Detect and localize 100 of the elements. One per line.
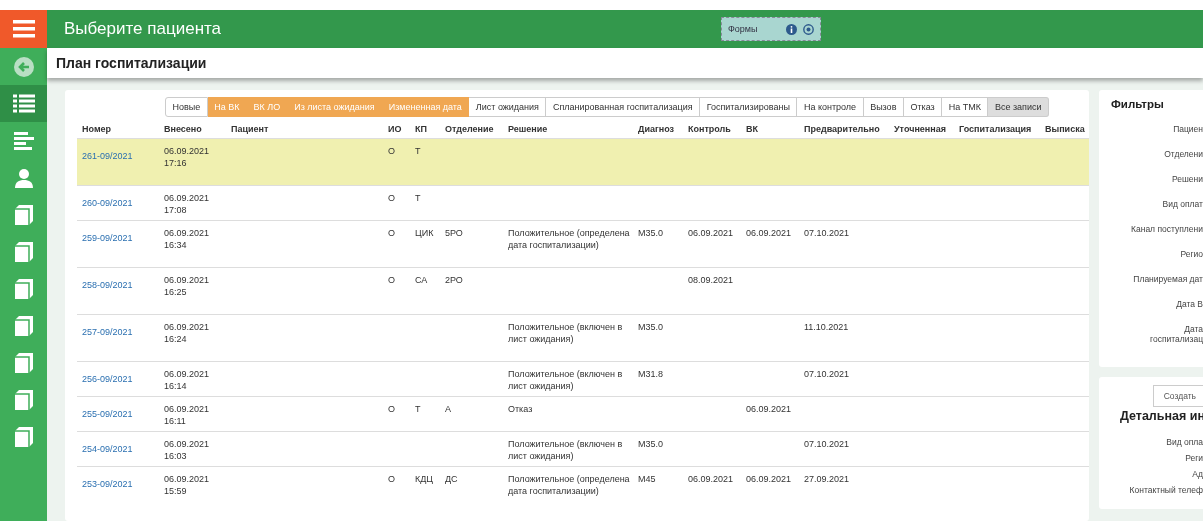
- column-header[interactable]: Выписка: [1045, 124, 1085, 134]
- create-button[interactable]: Создать: [1152, 385, 1203, 407]
- filter-tab[interactable]: Новые: [165, 97, 208, 117]
- table-cell-text: Т: [415, 403, 422, 415]
- target-icon[interactable]: [803, 23, 814, 35]
- record-link[interactable]: 259-09/2021: [82, 232, 156, 244]
- record-link[interactable]: 256-09/2021: [82, 373, 156, 385]
- sidebar-item[interactable]: [0, 85, 47, 122]
- filter-tab[interactable]: Спланированная госпитализация: [546, 97, 701, 117]
- filter-label: Дата В: [1176, 299, 1203, 309]
- table-cell-text: ДС: [445, 473, 459, 485]
- table-cell-text: 06.09.2021: [688, 473, 735, 485]
- column-header[interactable]: Внесено: [164, 124, 202, 134]
- column-header[interactable]: Пациент: [231, 124, 269, 134]
- column-header[interactable]: КП: [415, 124, 427, 134]
- table-cell-text: Т: [415, 145, 422, 157]
- record-link[interactable]: 253-09/2021: [82, 478, 156, 490]
- column-header[interactable]: Номер: [82, 124, 112, 134]
- record-link[interactable]: 258-09/2021: [82, 279, 156, 291]
- table-cell-text: 06.09.2021: [688, 227, 735, 239]
- time-text: 16:14: [164, 380, 188, 392]
- table-cell-text: М31.8: [638, 368, 664, 380]
- table-cell-text: СА: [415, 274, 429, 286]
- decision-text: Положительное (включен в лист ожидания): [508, 438, 624, 462]
- column-header[interactable]: ИО: [388, 124, 402, 134]
- time-text: 17:16: [164, 157, 188, 169]
- date-text: 06.09.2021: [164, 274, 211, 286]
- table-cell-text: ЦИК: [415, 227, 435, 239]
- table-cell-text: О: [388, 403, 396, 415]
- table-cell-text: 27.09.2021: [804, 473, 851, 485]
- table-cell-text: О: [388, 473, 396, 485]
- filter-tab[interactable]: Лист ожидания: [469, 97, 547, 117]
- date-text: 06.09.2021: [164, 473, 211, 485]
- page-title: План госпитализации: [56, 55, 207, 71]
- menu-button[interactable]: [0, 10, 47, 48]
- forms-widget[interactable]: Формы: [721, 17, 821, 41]
- column-header[interactable]: Уточненная: [894, 124, 946, 134]
- header-title: Выберите пациента: [64, 19, 223, 39]
- info-icon[interactable]: [786, 23, 797, 35]
- record-link[interactable]: 260-09/2021: [82, 197, 156, 209]
- date-text: 06.09.2021: [164, 145, 211, 157]
- table-cell-text: О: [388, 274, 396, 286]
- column-header[interactable]: Контроль: [688, 124, 731, 134]
- table-cell-text: О: [388, 227, 396, 239]
- filter-tab[interactable]: Все записи: [988, 97, 1050, 117]
- time-text: 15:59: [164, 485, 188, 497]
- table-cell-text: 07.10.2021: [804, 368, 851, 380]
- table-cell-text: 11.10.2021: [804, 321, 850, 333]
- filter-tab[interactable]: На контроле: [797, 97, 864, 117]
- date-text: 06.09.2021: [164, 321, 211, 333]
- filter-label: Канал поступлени: [1131, 224, 1203, 234]
- filter-label: Вид оплат: [1162, 199, 1203, 209]
- filter-label: Регио: [1180, 249, 1203, 259]
- filter-tab[interactable]: Госпитализированы: [700, 97, 798, 117]
- time-text: 16:25: [164, 286, 188, 298]
- record-link[interactable]: 254-09/2021: [82, 443, 156, 455]
- table-cell-text: 08.09.2021: [688, 274, 735, 286]
- time-text: 16:11: [164, 415, 187, 427]
- decision-text: Положительное (определена дата госпитализации): [508, 473, 630, 497]
- filter-tab[interactable]: Вызов: [863, 97, 904, 117]
- date-text: 06.09.2021: [164, 192, 211, 204]
- table-cell-text: Т: [415, 192, 422, 204]
- column-header[interactable]: Отделение: [445, 124, 494, 134]
- table-cell-text: О: [388, 192, 396, 204]
- decision-text: Положительное (включен в лист ожидания): [508, 321, 624, 345]
- align-left-icon: [13, 131, 34, 150]
- filter-tab[interactable]: На ТМК: [942, 97, 989, 117]
- column-header[interactable]: Госпитализация: [959, 124, 1032, 134]
- time-text: 16:03: [164, 450, 188, 462]
- table-cell-text: О: [388, 145, 396, 157]
- table-cell-text: 07.10.2021: [804, 227, 851, 239]
- table-cell-text: М45: [638, 473, 657, 485]
- record-link[interactable]: 257-09/2021: [82, 326, 156, 338]
- table-cell-text: М35.0: [638, 321, 664, 333]
- user-icon: [13, 167, 34, 188]
- date-text: 06.09.2021: [164, 438, 211, 450]
- filter-tab[interactable]: Отказ: [903, 97, 943, 117]
- column-header[interactable]: ВК: [746, 124, 758, 134]
- date-text: 06.09.2021: [164, 368, 211, 380]
- table-cell-text: М35.0: [638, 438, 664, 450]
- record-link[interactable]: 255-09/2021: [82, 408, 156, 420]
- decision-text: Положительное (определена дата госпитализации): [508, 227, 630, 251]
- forms-label: Формы: [728, 24, 759, 34]
- filter-label: Решени: [1172, 174, 1203, 184]
- column-header[interactable]: Диагноз: [638, 124, 674, 134]
- filter-label: Планируемая дат: [1133, 274, 1203, 284]
- table-cell-text: 06.09.2021: [746, 227, 793, 239]
- filter-label: Отделени: [1164, 149, 1203, 159]
- time-text: 17:08: [164, 204, 188, 216]
- detail-label: Контактный телеф: [1129, 485, 1203, 495]
- decision-text: Отказ: [508, 403, 534, 415]
- table-cell-text: 07.10.2021: [804, 438, 851, 450]
- date-text: 06.09.2021: [164, 403, 211, 415]
- list-icon: [12, 93, 35, 114]
- detail-label: Реги: [1185, 453, 1203, 463]
- column-header[interactable]: Предварительно: [804, 124, 880, 134]
- column-header[interactable]: Решение: [508, 124, 548, 134]
- time-text: 16:24: [164, 333, 188, 345]
- table-cell-text: М35.0: [638, 227, 664, 239]
- filter-label: Пациен: [1173, 124, 1203, 134]
